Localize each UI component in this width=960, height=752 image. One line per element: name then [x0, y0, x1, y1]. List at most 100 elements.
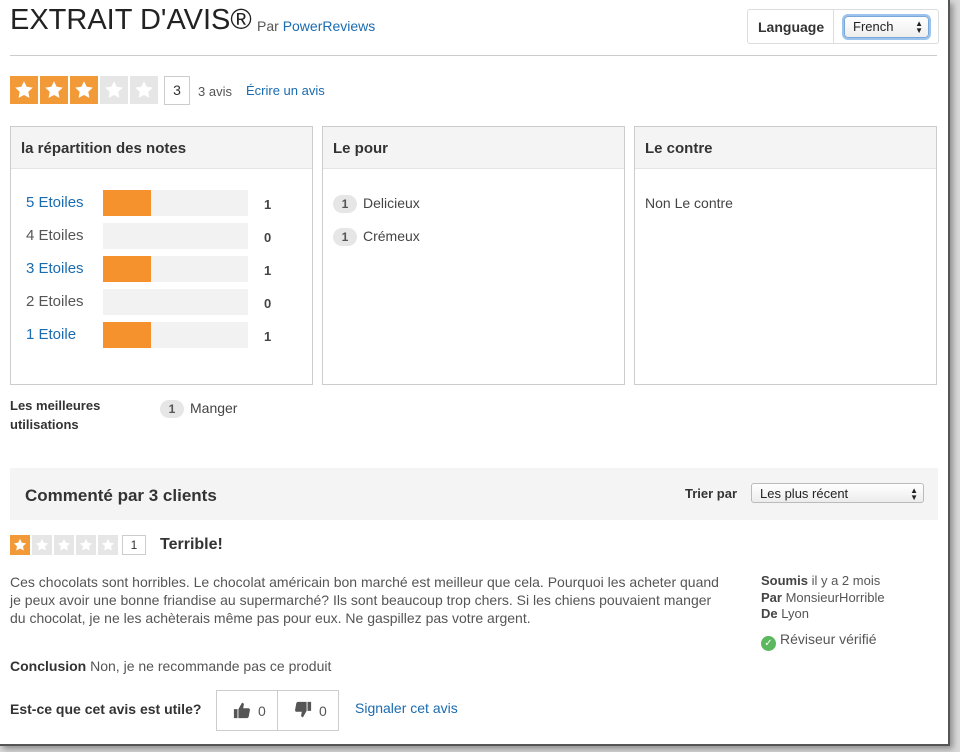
language-select-value: French	[853, 19, 894, 34]
pro-tag[interactable]: 1 Delicieux	[333, 195, 420, 213]
helpful-yes-button[interactable]: 0	[217, 691, 278, 730]
distribution-row-count: 1	[264, 329, 272, 344]
pro-tag-count: 1	[333, 228, 357, 246]
star-icon	[79, 538, 93, 551]
review-location: De Lyon	[761, 606, 809, 621]
review-snapshot-window: EXTRAIT D'AVIS® Par PowerReviews Languag…	[0, 0, 950, 746]
helpful-no-count: 0	[319, 703, 327, 719]
verified-text: Réviseur vérifié	[780, 631, 877, 647]
helpful-question: Est-ce que cet avis est utile?	[10, 701, 202, 717]
reviews-heading: Commenté par 3 clients	[25, 486, 217, 505]
sort-label: Trier par	[685, 486, 738, 501]
distribution-row-count: 1	[264, 263, 272, 278]
distribution-row[interactable]: 3 Etoiles 1	[11, 256, 312, 282]
distribution-bar-track	[103, 223, 248, 249]
author-value: MonsieurHorrible	[785, 590, 885, 605]
review-author: Par MonsieurHorrible	[761, 590, 885, 605]
distribution-bar-track	[103, 190, 248, 216]
review-body: Ces chocolats sont horribles. Le chocola…	[10, 574, 719, 626]
distribution-row-count: 0	[264, 230, 272, 245]
pro-tag-label: Delicieux	[363, 195, 420, 211]
language-label: Language	[758, 19, 825, 35]
star-empty	[100, 76, 128, 104]
header-divider	[10, 55, 937, 56]
best-use-count: 1	[160, 400, 184, 418]
star-icon	[13, 538, 27, 551]
sort-select-value: Les plus récent	[760, 486, 849, 501]
language-box: Language French ▲ ▼	[747, 9, 939, 44]
powerreviews-link[interactable]: PowerReviews	[283, 18, 376, 34]
distribution-row: 4 Etoiles 0	[11, 223, 312, 249]
review-rating-stars	[10, 535, 120, 560]
review-rating-number: 1	[122, 535, 146, 555]
language-divider	[833, 10, 834, 43]
star-icon	[45, 81, 63, 98]
author-label: Par	[761, 590, 782, 605]
distribution-title: la répartition des notes	[11, 127, 312, 169]
star-icon	[57, 538, 71, 551]
star-empty	[98, 535, 118, 555]
sort-select[interactable]: Les plus récent ▲ ▼	[751, 483, 924, 503]
check-circle-icon: ✓	[761, 636, 776, 651]
overall-rating-count: 3	[164, 76, 190, 105]
review-count-text: 3 avis	[198, 84, 232, 99]
star-filled	[10, 535, 30, 555]
cons-title: Le contre	[635, 127, 936, 169]
byline: Par PowerReviews	[257, 18, 375, 34]
cons-empty-text: Non Le contre	[645, 195, 733, 211]
rating-distribution-panel: la répartition des notes 5 Etoiles 1 4 Eto…	[10, 126, 313, 385]
review-submitted: Soumis il y a 2 mois	[761, 573, 880, 588]
language-select[interactable]: French ▲ ▼	[844, 16, 929, 38]
helpful-yes-count: 0	[258, 703, 266, 719]
review-conclusion: Conclusion Non, je ne recommande pas ce …	[10, 658, 331, 674]
best-use-label: Manger	[190, 400, 238, 416]
conclusion-value: Non, je ne recommande pas ce produit	[90, 658, 332, 674]
pro-tag-label: Crémeux	[363, 228, 420, 244]
star-filled	[40, 76, 68, 104]
pros-panel: Le pour 1 Delicieux 1 Crémeux	[322, 126, 625, 385]
star-empty	[76, 535, 96, 555]
star-icon	[75, 81, 93, 98]
distribution-row-label[interactable]: 3 Etoiles	[26, 260, 84, 277]
star-empty	[54, 535, 74, 555]
conclusion-label: Conclusion	[10, 658, 87, 674]
helpful-no-button[interactable]: 0	[278, 691, 339, 730]
star-icon	[35, 538, 49, 551]
submitted-value: il y a 2 mois	[811, 573, 881, 588]
distribution-row-label[interactable]: 1 Etoile	[26, 326, 76, 343]
pros-title: Le pour	[323, 127, 624, 169]
star-empty	[130, 76, 158, 104]
review-title: Terrible!	[160, 536, 223, 553]
pro-tag[interactable]: 1 Crémeux	[333, 228, 420, 246]
star-icon	[105, 81, 123, 98]
star-icon	[135, 81, 153, 98]
pro-tag-count: 1	[333, 195, 357, 213]
write-review-link[interactable]: Écrire un avis	[246, 83, 325, 98]
distribution-row: 2 Etoiles 0	[11, 289, 312, 315]
overall-rating-stars	[10, 76, 160, 109]
thumbs-down-icon	[295, 701, 312, 718]
location-value: Lyon	[781, 606, 809, 621]
select-arrows-icon: ▲ ▼	[910, 486, 918, 502]
distribution-row[interactable]: 5 Etoiles 1	[11, 190, 312, 216]
star-empty	[32, 535, 52, 555]
distribution-bar-track	[103, 256, 248, 282]
distribution-bar-track	[103, 289, 248, 315]
report-review-link[interactable]: Signaler cet avis	[355, 700, 458, 716]
distribution-bar-fill	[103, 190, 151, 216]
distribution-row-label: 2 Etoiles	[26, 293, 84, 310]
submitted-label: Soumis	[761, 573, 808, 588]
star-filled	[10, 76, 38, 104]
best-use-tag[interactable]: 1 Manger	[160, 400, 237, 418]
distribution-row-count: 0	[264, 296, 272, 311]
distribution-row-label: 4 Etoiles	[26, 227, 84, 244]
distribution-row[interactable]: 1 Etoile 1	[11, 322, 312, 348]
distribution-row-label[interactable]: 5 Etoiles	[26, 194, 84, 211]
page-title: EXTRAIT D'AVIS®	[10, 4, 252, 36]
best-uses-label: Les meilleures utilisations	[10, 398, 101, 432]
star-filled	[70, 76, 98, 104]
distribution-bar-fill	[103, 322, 151, 348]
location-label: De	[761, 606, 778, 621]
distribution-bar-fill	[103, 256, 151, 282]
star-icon	[101, 538, 115, 551]
